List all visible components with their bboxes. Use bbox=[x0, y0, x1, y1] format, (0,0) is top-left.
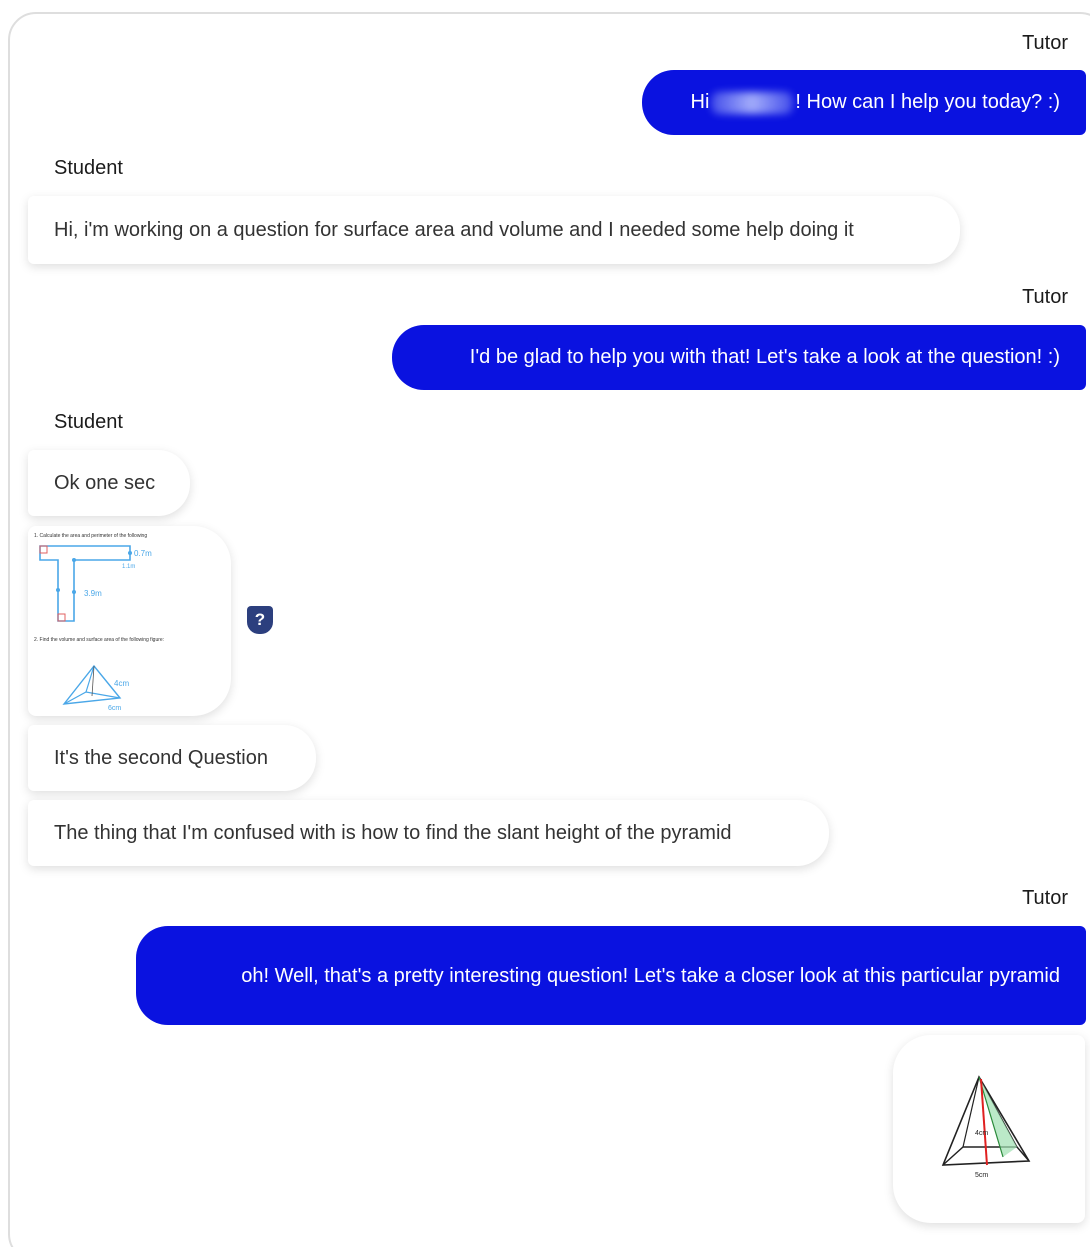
speaker-label-tutor: Tutor bbox=[1022, 887, 1068, 909]
pyramid-sketch-drawing: 4cm 5cm bbox=[941, 1075, 1031, 1179]
speaker-label-tutor: Tutor bbox=[1022, 32, 1068, 54]
speaker-label-student: Student bbox=[54, 411, 123, 433]
student-message: Hi, i'm working on a question for surfac… bbox=[28, 196, 960, 264]
tutor-message: oh! Well, that's a pretty interesting qu… bbox=[136, 926, 1086, 1025]
worksheet-image[interactable]: 1. Calculate the area and perimeter of t… bbox=[28, 526, 231, 716]
student-message: It's the second Question bbox=[28, 725, 316, 791]
tutor-message-greeting: Hi ! How can I help you today? :) bbox=[642, 70, 1086, 135]
greeting-text-hi: Hi bbox=[690, 91, 710, 113]
dimension-label: 0.7m bbox=[134, 549, 152, 558]
dimension-label: 3.9m bbox=[84, 589, 102, 598]
worksheet-drawing: 1. Calculate the area and perimeter of t… bbox=[34, 533, 164, 712]
student-message: The thing that I'm confused with is how … bbox=[28, 800, 829, 866]
greeting-text-rest: ! How can I help you today? :) bbox=[795, 91, 1060, 113]
help-badge-icon[interactable]: ? bbox=[247, 606, 273, 634]
worksheet-question-1: 1. Calculate the area and perimeter of t… bbox=[34, 533, 147, 539]
redacted-name bbox=[711, 91, 794, 114]
dimension-label: 4cm bbox=[114, 679, 129, 688]
dimension-label: 1.1m bbox=[122, 564, 135, 570]
dimension-label: 6cm bbox=[108, 705, 121, 712]
tutor-message: I'd be glad to help you with that! Let's… bbox=[392, 325, 1086, 390]
student-message: Ok one sec bbox=[28, 450, 190, 516]
pyramid-sketch-image[interactable]: 4cm 5cm bbox=[893, 1035, 1085, 1223]
sketch-height-label: 4cm bbox=[975, 1130, 988, 1137]
worksheet-question-2: 2. Find the volume and surface area of t… bbox=[34, 637, 164, 643]
speaker-label-student: Student bbox=[54, 157, 123, 179]
sketch-base-label: 5cm bbox=[975, 1172, 988, 1179]
speaker-label-tutor: Tutor bbox=[1022, 286, 1068, 308]
